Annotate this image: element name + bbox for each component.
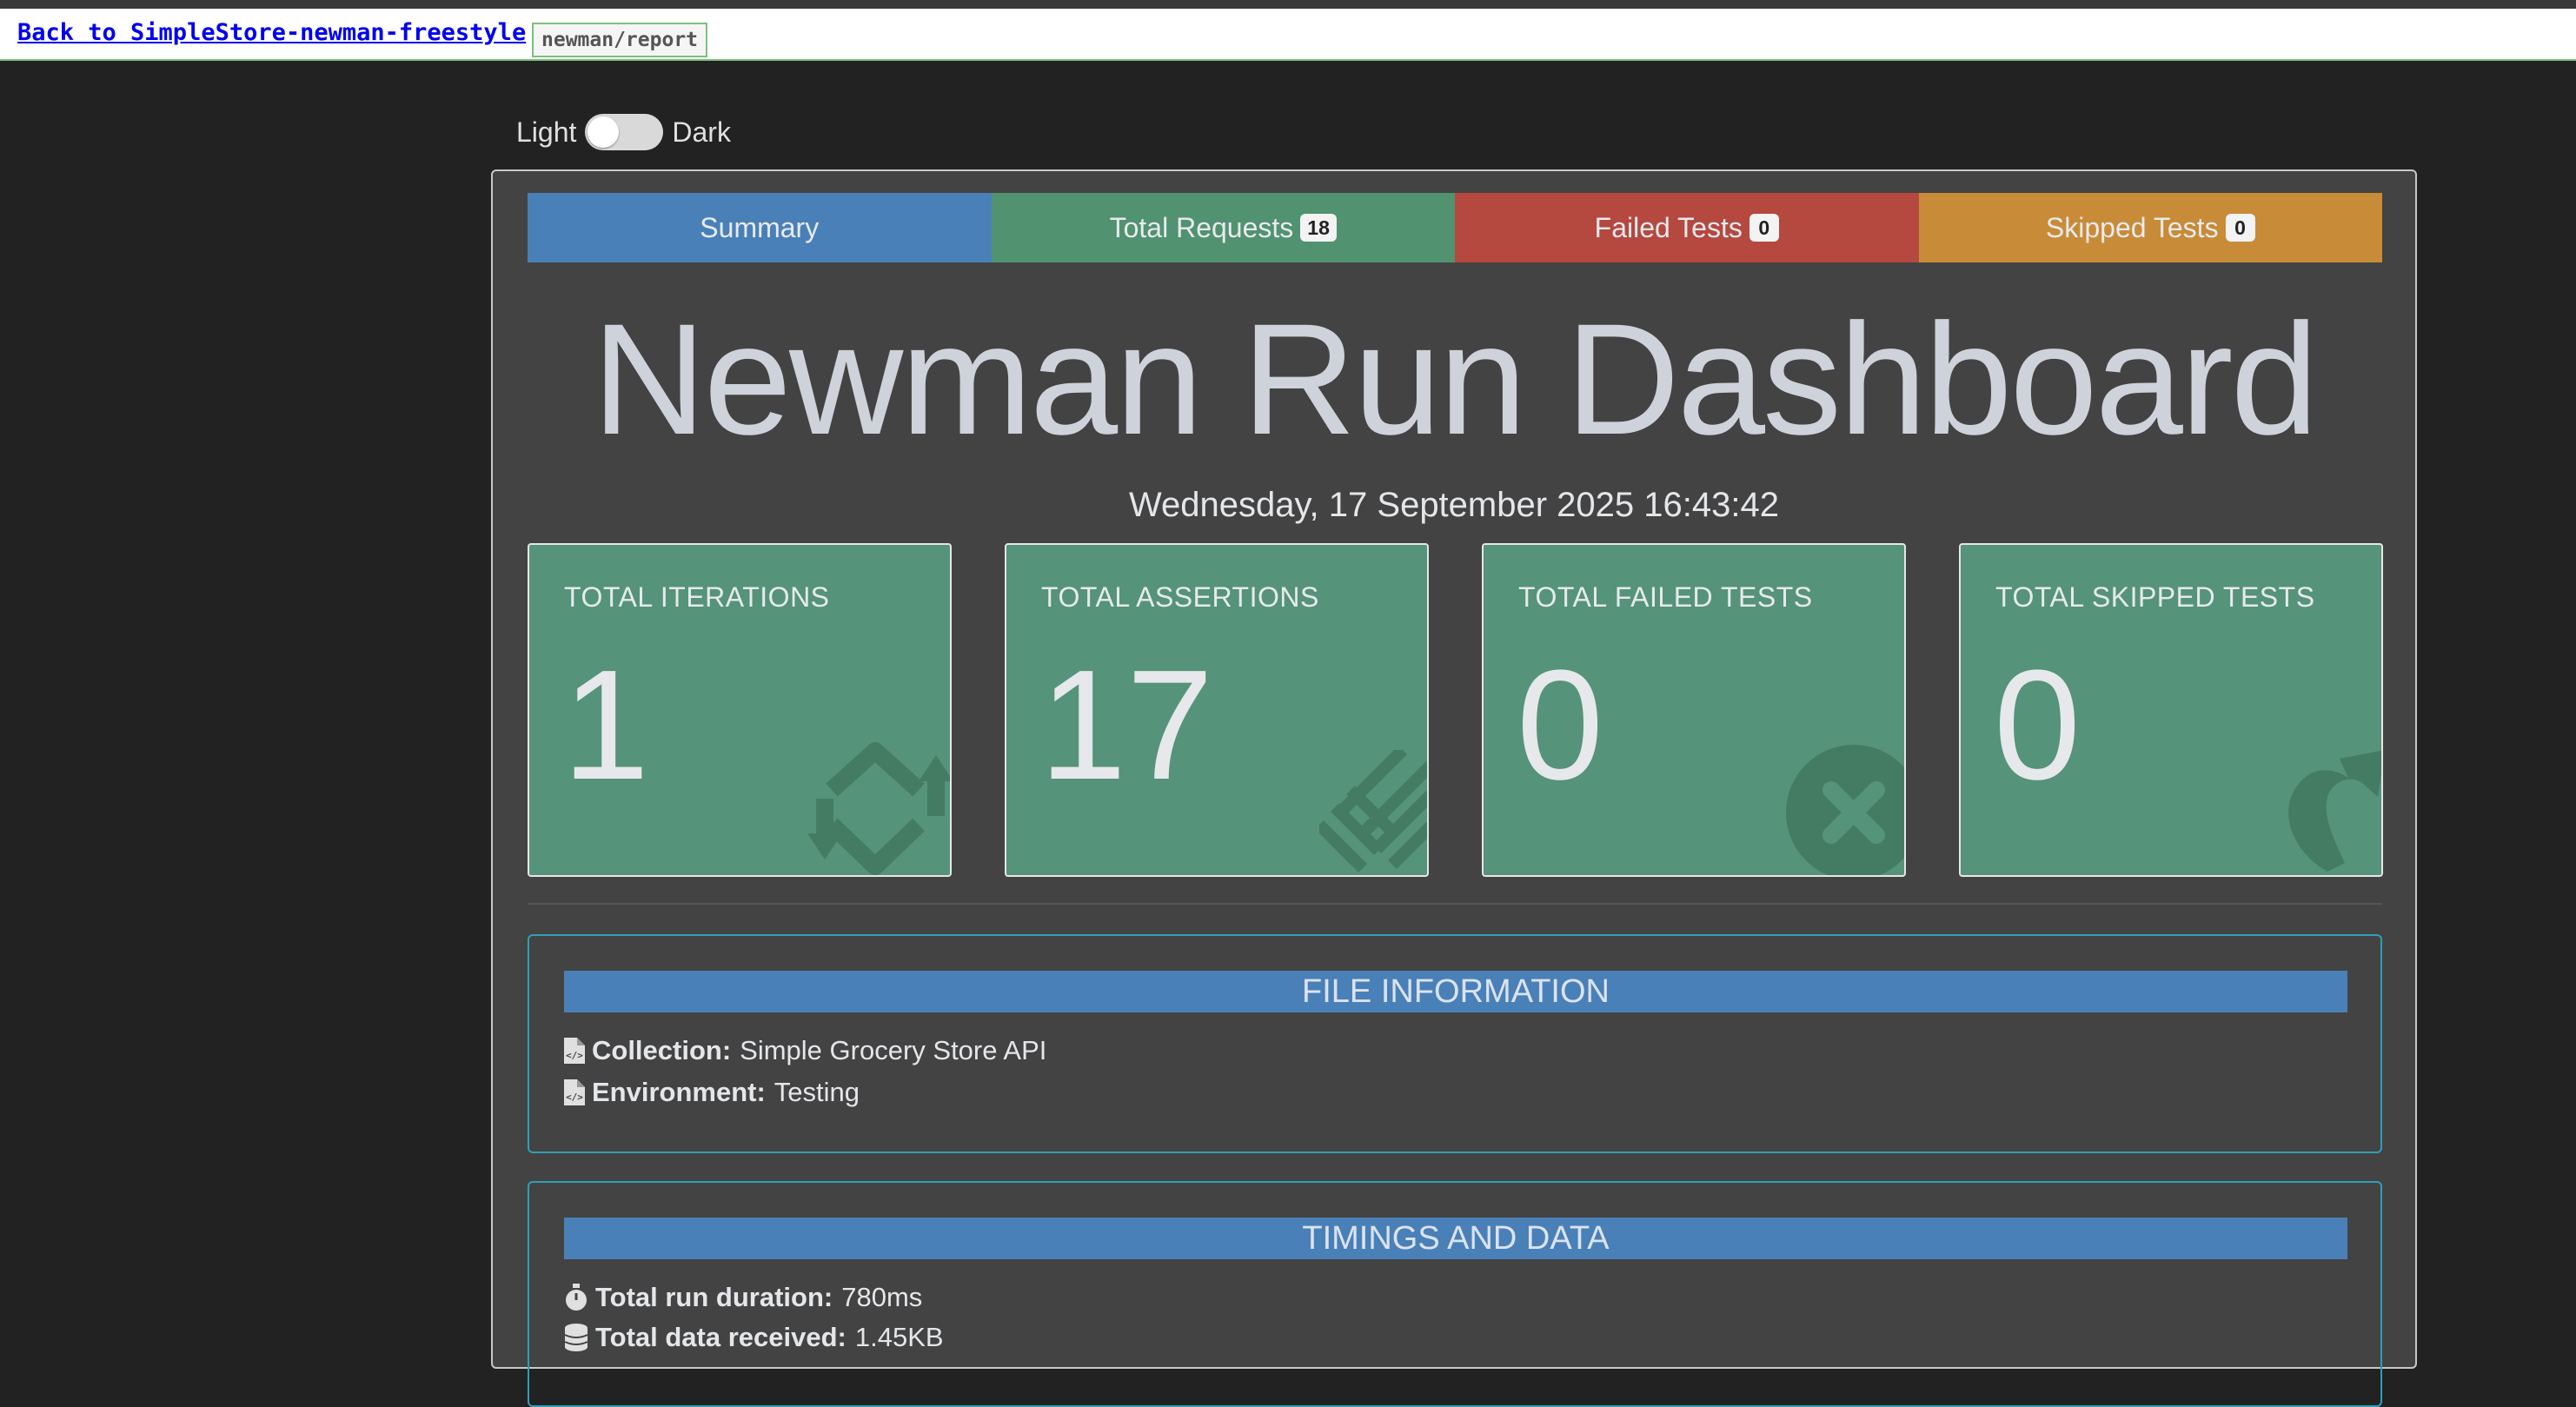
run-date: Wednesday, 17 September 2025 16:43:42 bbox=[1129, 486, 1779, 524]
data-received-label: Total data received: bbox=[595, 1322, 846, 1352]
theme-switch[interactable] bbox=[585, 114, 664, 150]
card-value: 1 bbox=[562, 638, 650, 813]
tab-skipped-tests-label: Skipped Tests bbox=[2045, 211, 2219, 243]
file-code-icon: </> bbox=[564, 1038, 585, 1064]
switch-knob bbox=[588, 116, 620, 148]
collection-label: Collection: bbox=[592, 1035, 732, 1065]
data-received-row: Total data received: 1.45KB bbox=[564, 1322, 944, 1353]
tab-summary[interactable]: Summary bbox=[528, 193, 992, 262]
card-total-iterations: TOTAL ITERATIONS 1 bbox=[528, 543, 952, 877]
card-label: TOTAL FAILED TESTS bbox=[1518, 581, 1813, 613]
duration-value: 780ms bbox=[841, 1282, 923, 1312]
dark-label: Dark bbox=[672, 116, 731, 148]
dashboard-panel: Summary Total Requests 18 Failed Tests 0… bbox=[491, 169, 2417, 1407]
card-total-assertions: TOTAL ASSERTIONS 17 bbox=[1005, 543, 1429, 877]
card-label: TOTAL SKIPPED TESTS bbox=[1995, 581, 2315, 613]
environment-row: </> Environment: Testing bbox=[564, 1077, 860, 1108]
environment-label: Environment: bbox=[592, 1077, 766, 1107]
timings-heading: TIMINGS AND DATA bbox=[564, 1218, 2347, 1259]
report-tab[interactable]: newman/report bbox=[532, 23, 708, 57]
tasks-icon bbox=[1319, 750, 1427, 873]
times-circle-icon bbox=[1786, 745, 1904, 875]
page-title: Newman Run Dashboard bbox=[592, 290, 2319, 468]
database-icon bbox=[564, 1324, 588, 1351]
data-received-value: 1.45KB bbox=[854, 1322, 944, 1352]
theme-toggle: Light Dark bbox=[516, 111, 731, 153]
share-icon bbox=[2288, 750, 2381, 872]
sync-icon bbox=[807, 742, 950, 875]
skipped-tests-badge: 0 bbox=[2225, 214, 2255, 242]
card-total-failed-tests: TOTAL FAILED TESTS 0 bbox=[1482, 543, 1906, 877]
failed-tests-badge: 0 bbox=[1749, 214, 1779, 242]
card-value: 0 bbox=[1994, 638, 2081, 813]
light-label: Light bbox=[516, 116, 577, 148]
tab-summary-label: Summary bbox=[700, 211, 820, 243]
timings-box: TIMINGS AND DATA Total run duration: 780… bbox=[528, 1181, 2382, 1407]
card-value: 17 bbox=[1039, 638, 1214, 813]
card-total-skipped-tests: TOTAL SKIPPED TESTS 0 bbox=[1959, 543, 2383, 877]
file-information-box: FILE INFORMATION </> Collection: Simple … bbox=[528, 934, 2382, 1153]
card-label: TOTAL ASSERTIONS bbox=[1041, 581, 1319, 613]
environment-value: Testing bbox=[773, 1077, 860, 1107]
divider bbox=[528, 903, 2382, 905]
file-information-heading: FILE INFORMATION bbox=[564, 971, 2347, 1012]
file-code-icon: </> bbox=[564, 1079, 585, 1105]
svg-text:</>: </> bbox=[566, 1092, 583, 1103]
top-bar: Back to SimpleStore-newman-freestyle new… bbox=[0, 9, 2576, 61]
stopwatch-icon bbox=[564, 1284, 588, 1311]
back-link[interactable]: Back to SimpleStore-newman-freestyle bbox=[17, 19, 526, 46]
svg-text:</>: </> bbox=[566, 1050, 583, 1061]
tab-bar: Summary Total Requests 18 Failed Tests 0… bbox=[528, 193, 2382, 262]
tab-failed-tests-label: Failed Tests bbox=[1594, 211, 1743, 243]
total-requests-badge: 18 bbox=[1300, 214, 1337, 242]
tab-total-requests[interactable]: Total Requests 18 bbox=[991, 193, 1455, 262]
collection-row: </> Collection: Simple Grocery Store API bbox=[564, 1035, 1046, 1066]
tab-skipped-tests[interactable]: Skipped Tests 0 bbox=[1918, 193, 2382, 262]
duration-label: Total run duration: bbox=[595, 1282, 833, 1312]
card-value: 0 bbox=[1517, 638, 1604, 813]
tab-total-requests-label: Total Requests bbox=[1109, 211, 1294, 243]
tab-failed-tests[interactable]: Failed Tests 0 bbox=[1455, 193, 1919, 262]
duration-row: Total run duration: 780ms bbox=[564, 1282, 922, 1313]
collection-value: Simple Grocery Store API bbox=[740, 1035, 1047, 1065]
top-strip bbox=[0, 0, 2576, 9]
card-label: TOTAL ITERATIONS bbox=[564, 581, 830, 613]
